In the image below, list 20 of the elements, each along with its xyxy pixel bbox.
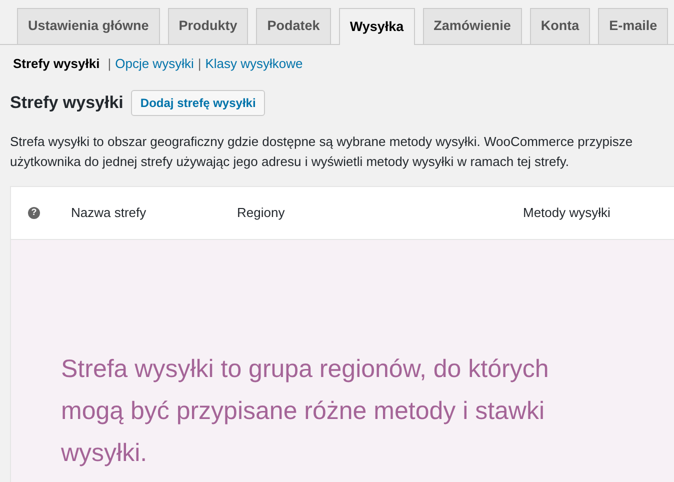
add-zone-button[interactable]: Dodaj strefę wysyłki (131, 90, 265, 116)
page-heading: Strefy wysyłki (10, 92, 124, 114)
empty-state-message: Strefa wysyłki to grupa regionów, do których mogą być przypisane różne metody i stawki wysyłki. (61, 354, 550, 468)
column-header: Metody wysyłki (523, 204, 610, 222)
subnav-link[interactable]: Klasy wysyłkowe (205, 54, 303, 74)
tab[interactable]: Podatek (256, 8, 331, 44)
separator: | (198, 55, 202, 73)
column-header: Regiony (237, 204, 286, 222)
tab[interactable]: Ustawienia główne (17, 8, 160, 44)
tab[interactable]: Zamówienie (422, 8, 522, 44)
description: Strefa wysyłki to obszar geograficzny gdzie dostępne są wybrane metody wysyłki. WooCommerce przypisze użytkownika do jednej strefy używając jego adresu i wyświetli metody wysyłki w ramach tej strefy. (9, 132, 634, 171)
subnav-link[interactable]: Opcje wysyłki (115, 54, 194, 74)
tab[interactable]: Wysyłka (338, 8, 415, 45)
help-icon[interactable]: ? (28, 206, 40, 218)
tab[interactable]: Produkty (168, 8, 248, 44)
tab[interactable]: E-maile (598, 8, 668, 44)
subnav-link[interactable]: Strefy wysyłki (13, 54, 100, 74)
column-header: Nazwa strefy (71, 204, 148, 222)
tab[interactable]: Konta (530, 8, 590, 44)
separator: | (108, 55, 112, 73)
